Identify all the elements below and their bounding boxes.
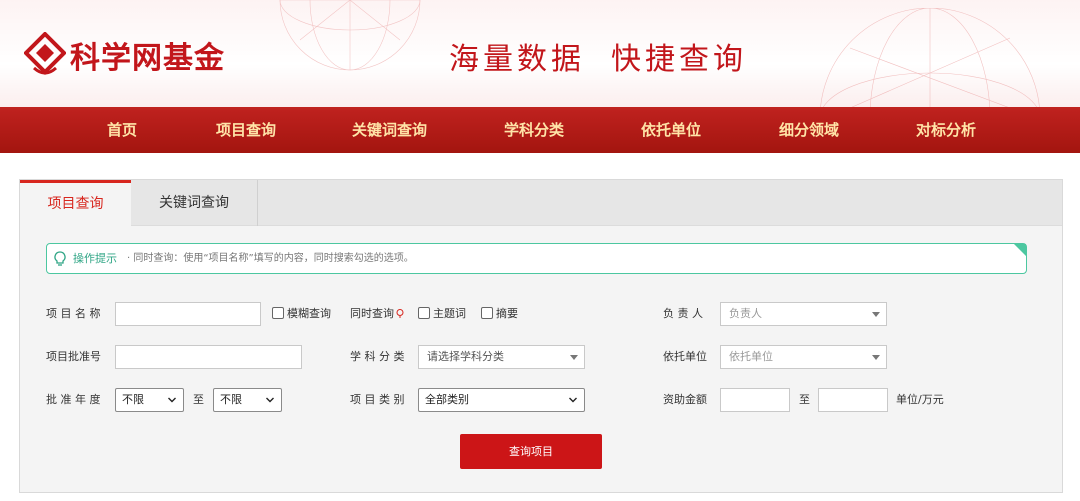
slogan-part-1: 海量数据 bbox=[449, 42, 585, 77]
caret-down-icon bbox=[872, 312, 880, 317]
discipline-label: 学 科 分 类 bbox=[350, 350, 405, 363]
amount-unit-label: 单位/万元 bbox=[896, 393, 944, 406]
year-from-select[interactable]: 不限 bbox=[115, 388, 184, 412]
logo-mark-icon bbox=[24, 32, 66, 75]
logo-text: 科学网基金 bbox=[70, 41, 225, 76]
amount-to-label: 至 bbox=[799, 393, 810, 406]
funding-amount-label: 资助金额 bbox=[663, 393, 707, 406]
hint-bulb-icon[interactable] bbox=[396, 309, 404, 319]
nav-item-project-search[interactable]: 项目查询 bbox=[216, 107, 276, 153]
slogan-part-2: 快捷查询 bbox=[611, 42, 747, 77]
tip-corner-decoration bbox=[1014, 244, 1026, 256]
decorative-globe-right bbox=[820, 8, 1040, 107]
approval-number-input[interactable] bbox=[115, 345, 302, 369]
tab-keyword-search[interactable]: 关键词查询 bbox=[131, 180, 258, 226]
chevron-down-icon bbox=[168, 397, 176, 403]
nav-item-keyword-search[interactable]: 关键词查询 bbox=[352, 107, 427, 153]
organization-placeholder: 依托单位 bbox=[729, 350, 773, 363]
abstract-label: 摘要 bbox=[496, 307, 518, 320]
tip-title: 操作提示 bbox=[73, 252, 117, 265]
discipline-select[interactable]: 请选择学科分类 bbox=[418, 345, 585, 369]
tip-text: · 同时查询：使用“项目名称”填写的内容，同时搜索勾选的选项。 bbox=[127, 253, 414, 264]
leader-select[interactable]: 负责人 bbox=[720, 302, 887, 326]
leader-label: 负 责 人 bbox=[663, 307, 703, 320]
operation-tip: 操作提示 · 同时查询：使用“项目名称”填写的内容，同时搜索勾选的选项。 bbox=[46, 243, 1027, 274]
year-to-label: 至 bbox=[193, 393, 204, 406]
caret-down-icon bbox=[570, 355, 578, 360]
search-projects-button[interactable]: 查询项目 bbox=[460, 434, 602, 469]
main-nav: 首页 项目查询 关键词查询 学科分类 依托单位 细分领域 对标分析 bbox=[0, 107, 1080, 153]
leader-placeholder: 负责人 bbox=[729, 307, 762, 320]
chevron-down-icon bbox=[569, 397, 577, 403]
project-category-value: 全部类别 bbox=[425, 393, 469, 406]
site-header: 科学网基金 海量数据 快捷查询 bbox=[0, 0, 1080, 107]
nav-item-benchmark[interactable]: 对标分析 bbox=[916, 107, 976, 153]
fuzzy-search-label: 模糊查询 bbox=[287, 307, 331, 320]
fuzzy-search-checkbox[interactable] bbox=[272, 307, 284, 319]
simultaneous-search-label: 同时查询 bbox=[350, 307, 394, 320]
project-name-label: 项 目 名 称 bbox=[46, 307, 101, 320]
discipline-placeholder: 请选择学科分类 bbox=[427, 350, 504, 363]
slogan: 海量数据 快捷查询 bbox=[449, 34, 747, 78]
site-logo[interactable]: 科学网基金 bbox=[24, 32, 225, 78]
amount-max-input[interactable] bbox=[818, 388, 888, 412]
search-panel: 项目查询 关键词查询 操作提示 · 同时查询：使用“项目名称”填写的内容，同时搜… bbox=[19, 179, 1063, 493]
nav-item-organization[interactable]: 依托单位 bbox=[641, 107, 701, 153]
organization-label: 依托单位 bbox=[663, 350, 707, 363]
nav-item-discipline[interactable]: 学科分类 bbox=[504, 107, 564, 153]
project-category-select[interactable]: 全部类别 bbox=[418, 388, 585, 412]
tab-project-search[interactable]: 项目查询 bbox=[20, 180, 131, 227]
caret-down-icon bbox=[872, 355, 880, 360]
lightbulb-icon bbox=[54, 251, 66, 266]
year-to-select[interactable]: 不限 bbox=[213, 388, 282, 412]
tab-bar: 项目查询 关键词查询 bbox=[20, 180, 1062, 227]
amount-min-input[interactable] bbox=[720, 388, 790, 412]
organization-select[interactable]: 依托单位 bbox=[720, 345, 887, 369]
project-name-input[interactable] bbox=[115, 302, 261, 326]
approval-year-label: 批 准 年 度 bbox=[46, 393, 101, 406]
subject-checkbox[interactable] bbox=[418, 307, 430, 319]
nav-item-subfield[interactable]: 细分领域 bbox=[779, 107, 839, 153]
decorative-globe-left bbox=[279, 0, 421, 71]
abstract-checkbox[interactable] bbox=[481, 307, 493, 319]
project-category-label: 项 目 类 别 bbox=[350, 393, 405, 406]
approval-number-label: 项目批准号 bbox=[46, 350, 101, 363]
nav-item-home[interactable]: 首页 bbox=[107, 107, 137, 153]
subject-label: 主题词 bbox=[433, 307, 466, 320]
chevron-down-icon bbox=[266, 397, 274, 403]
